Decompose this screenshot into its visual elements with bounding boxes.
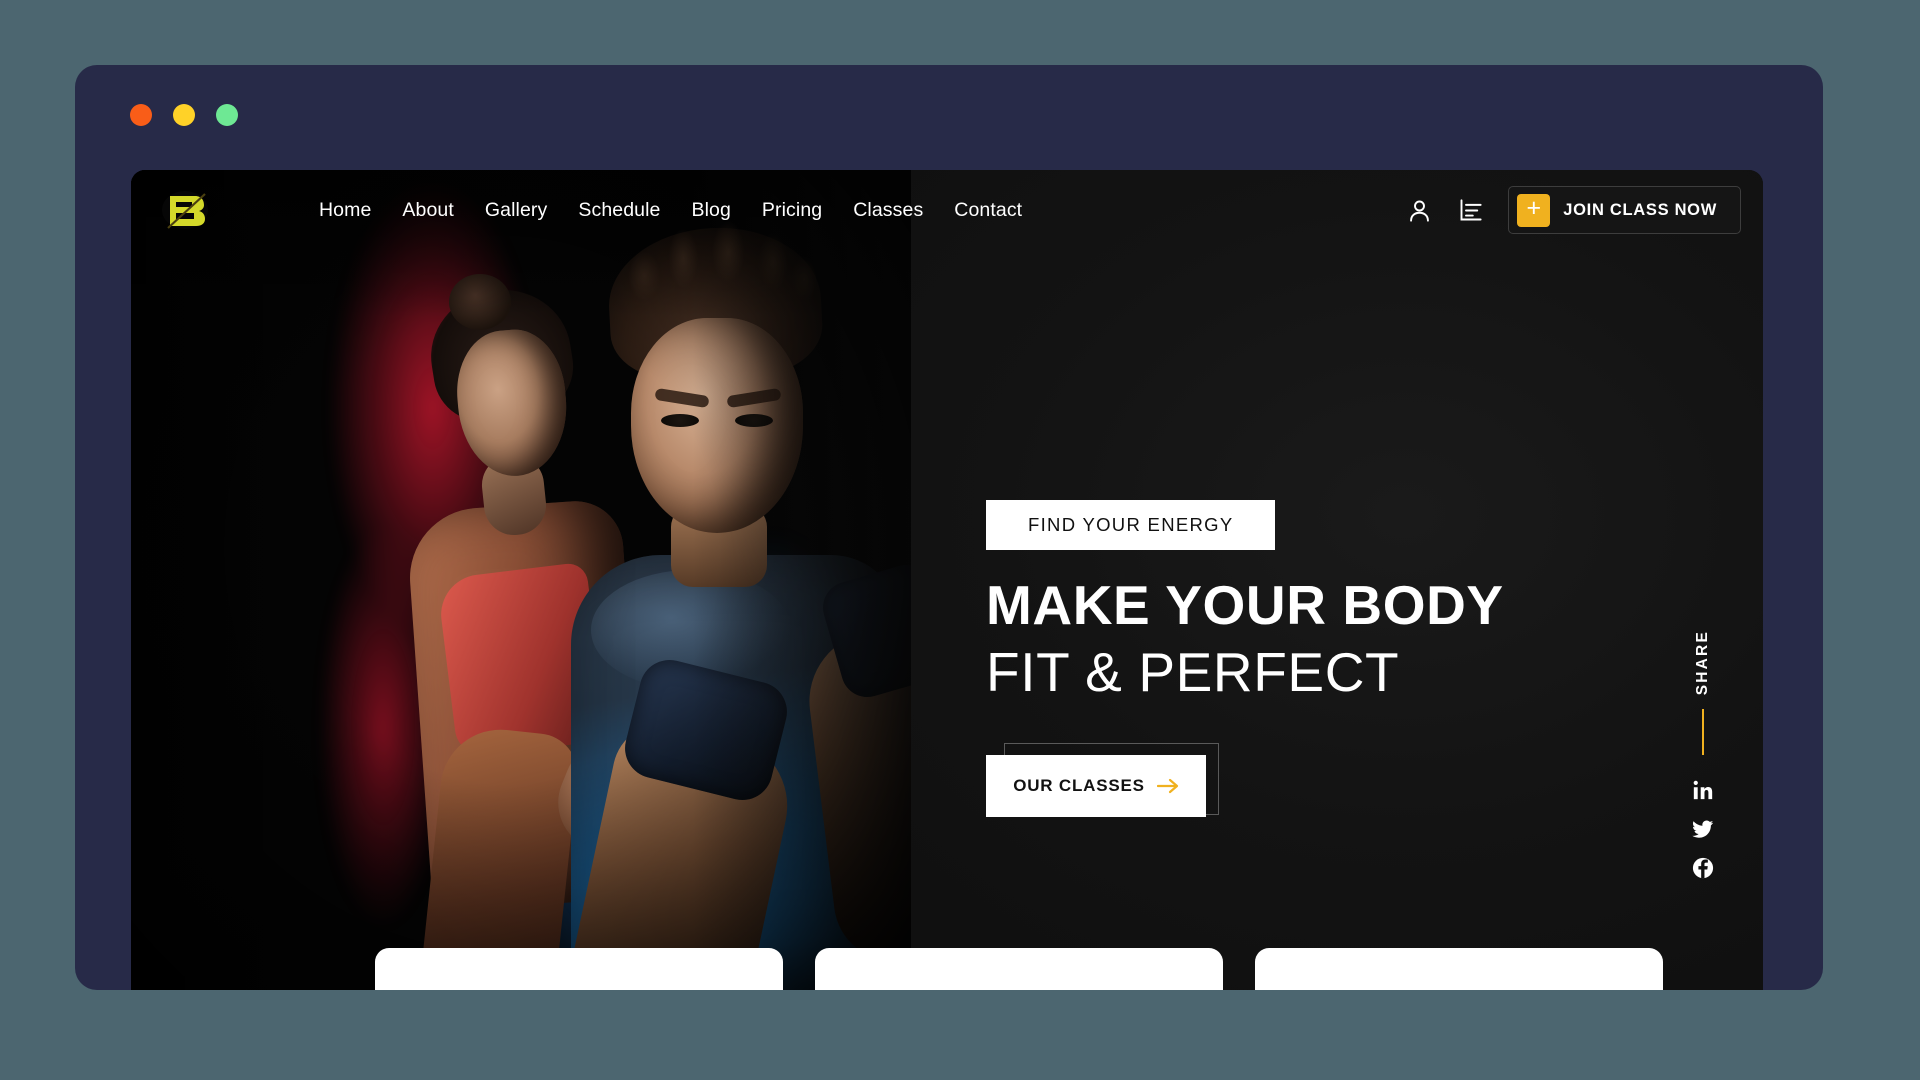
hero-photo-fighters: [131, 170, 911, 990]
hero-eyebrow-badge: FIND YOUR ENERGY: [986, 500, 1276, 550]
header-actions: + JOIN CLASS NOW: [1406, 186, 1741, 234]
b-monogram-logo[interactable]: [161, 188, 209, 232]
linkedin-icon[interactable]: [1692, 779, 1714, 801]
share-divider: [1702, 709, 1704, 756]
hero-cta-wrapper: OUR CLASSES: [986, 742, 1219, 831]
window-titlebar: [75, 65, 1823, 165]
share-rail: SHARE: [1683, 630, 1723, 896]
facebook-icon[interactable]: [1692, 857, 1714, 879]
website-viewport: Home About Gallery Schedule Blog Pricing…: [131, 170, 1763, 990]
nav-item-about[interactable]: About: [402, 199, 453, 222]
our-classes-button[interactable]: OUR CLASSES: [986, 754, 1206, 817]
nav-item-contact[interactable]: Contact: [954, 199, 1022, 222]
hero-headline-light: FIT & PERFECT: [986, 641, 1400, 704]
nav-item-home[interactable]: Home: [319, 199, 371, 222]
join-class-now-label: JOIN CLASS NOW: [1563, 200, 1717, 219]
user-icon[interactable]: [1406, 197, 1433, 224]
nav-item-gallery[interactable]: Gallery: [485, 199, 547, 222]
nav-item-schedule[interactable]: Schedule: [578, 199, 660, 222]
hero-headline-strong: MAKE YOUR BODY: [986, 574, 1504, 636]
feature-card-2[interactable]: [815, 948, 1223, 990]
hero-photo-vignette: [131, 170, 911, 990]
feature-card-3[interactable]: [1255, 948, 1663, 990]
nav-item-pricing[interactable]: Pricing: [762, 199, 822, 222]
share-label: SHARE: [1694, 630, 1711, 696]
hero-copy: FIND YOUR ENERGY MAKE YOUR BODY FIT & PE…: [986, 500, 1626, 831]
browser-window: Home About Gallery Schedule Blog Pricing…: [75, 65, 1823, 990]
twitter-icon[interactable]: [1692, 818, 1714, 840]
nav-item-blog[interactable]: Blog: [691, 199, 730, 222]
site-header: Home About Gallery Schedule Blog Pricing…: [131, 170, 1763, 250]
nav-item-classes[interactable]: Classes: [853, 199, 923, 222]
bar-chart-icon[interactable]: [1457, 197, 1484, 224]
window-close-button[interactable]: [130, 104, 152, 126]
arrow-right-icon: [1156, 778, 1178, 793]
feature-card-1[interactable]: [375, 948, 783, 990]
plus-icon: +: [1517, 193, 1551, 227]
join-class-now-button[interactable]: + JOIN CLASS NOW: [1508, 186, 1741, 234]
main-navigation: Home About Gallery Schedule Blog Pricing…: [319, 199, 1022, 222]
our-classes-label: OUR CLASSES: [1013, 775, 1145, 795]
window-maximize-button[interactable]: [216, 104, 238, 126]
window-minimize-button[interactable]: [173, 104, 195, 126]
